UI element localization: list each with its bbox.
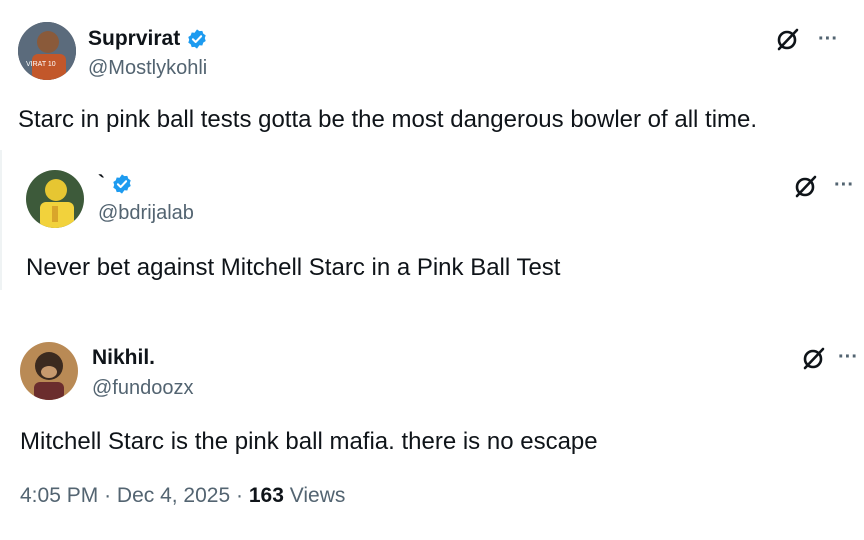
avatar-jersey-text: VIRAT 10	[26, 61, 56, 68]
verified-badge-icon	[113, 174, 131, 194]
views-count: 163	[248, 484, 284, 507]
post-time[interactable]: 4:05 PM	[20, 484, 98, 507]
post-text: Starc in pink ball tests gotta be the mo…	[18, 106, 758, 133]
avatar-suprvirat[interactable]: VIRAT 10	[18, 22, 76, 80]
meta-separator: ·	[236, 484, 243, 507]
author-handle[interactable]: @fundoozx	[92, 377, 193, 400]
avatar-fundoozx[interactable]	[20, 342, 78, 400]
views-label: Views	[289, 484, 346, 507]
post-meta: 4:05 PM · Dec 4, 2025 · 163 Views	[20, 484, 345, 508]
more-options-icon[interactable]: ···	[818, 29, 838, 49]
post-text: Mitchell Starc is the pink ball mafia. t…	[20, 428, 598, 455]
grok-icon[interactable]	[776, 27, 800, 51]
post-text: Never bet against Mitchell Starc in a Pi…	[26, 254, 561, 281]
avatar-bdrijalab[interactable]	[26, 170, 84, 228]
avatar-image: VIRAT 10	[18, 22, 76, 80]
author-handle[interactable]: @Mostlykohli	[88, 57, 207, 80]
grok-icon[interactable]	[802, 346, 826, 370]
author-row: Suprvirat	[88, 27, 208, 51]
more-options-icon[interactable]: ···	[838, 347, 858, 367]
post-date[interactable]: Dec 4, 2025	[117, 484, 230, 507]
author-handle[interactable]: @bdrijalab	[98, 202, 194, 225]
author-name[interactable]: Nikhil.	[92, 346, 155, 370]
author-name[interactable]: `	[98, 172, 105, 196]
more-options-icon[interactable]: ···	[834, 175, 854, 195]
grok-icon[interactable]	[794, 174, 818, 198]
verified-badge-icon	[188, 29, 206, 49]
avatar-image	[26, 170, 84, 228]
quoted-post[interactable]: ` @bdrijalab ··· Never bet against Mitch…	[0, 150, 864, 295]
main-post: VIRAT 10 Suprvirat @Mostlykohli ··· Star…	[0, 0, 864, 150]
avatar-image	[20, 342, 78, 400]
author-row: `	[98, 172, 133, 196]
author-row: Nikhil.	[92, 346, 155, 370]
author-name[interactable]: Suprvirat	[88, 27, 180, 51]
meta-separator: ·	[104, 484, 112, 507]
